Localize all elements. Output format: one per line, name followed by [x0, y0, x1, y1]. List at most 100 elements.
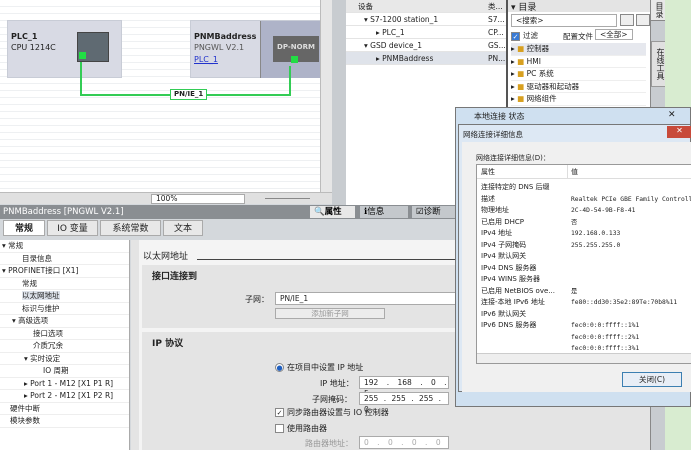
nav-item[interactable]: ▾ 常规	[0, 240, 129, 253]
zoom-slider[interactable]	[265, 198, 310, 199]
nav-item[interactable]: 目录信息	[0, 253, 129, 265]
sync-router-checkbox[interactable]: ✓ 同步路由器设置与 IO 控制器	[275, 407, 389, 418]
property-value: fec0:0:0:ffff::2%1	[571, 333, 640, 341]
add-subnet-button[interactable]: 添加新子网	[275, 308, 385, 319]
tree-row-selected[interactable]: ▸ PNMBaddress PN...	[346, 52, 506, 65]
property-name: 已启用 NetBIOS ove...	[481, 286, 555, 295]
property-name: IPv4 WINS 服务器	[481, 275, 540, 283]
property-value: 是	[571, 287, 578, 295]
details-list[interactable]: 属性 值 连接特定的 DNS 后缀描述 Realtek PCIe GBE Famil…	[476, 164, 691, 364]
use-router-checkbox[interactable]: 使用路由器	[275, 423, 327, 434]
tab-info[interactable]: ℹ信息	[360, 206, 408, 218]
tree-row[interactable]: ▸ PLC_1 CP...	[346, 26, 506, 39]
nav-item[interactable]: 标识与维护	[0, 303, 129, 315]
inspector-title: PNMBaddress [PNGWL V2.1]	[3, 207, 124, 217]
close-icon[interactable]: ✕	[667, 126, 691, 138]
plc-device[interactable]: PLC_1 CPU 1214C	[7, 20, 122, 78]
details-hscroll[interactable]	[477, 353, 691, 363]
search-down-icon[interactable]	[620, 14, 634, 26]
ip-heading: IP 协议	[152, 339, 184, 349]
plc-port[interactable]	[79, 52, 86, 59]
tab-system-constants[interactable]: 系统常数	[100, 220, 161, 236]
nav-item[interactable]: ▸ Port 2 - M12 [X1 P2 R]	[0, 390, 129, 403]
nav-item-selected[interactable]: 以太网地址	[0, 290, 129, 303]
close-button[interactable]: 关闭(C)	[622, 372, 682, 387]
col-value: 值	[567, 165, 578, 179]
canvas-hscroll[interactable]: 100%	[0, 192, 332, 204]
ip-label: IP 地址：	[320, 379, 354, 388]
details-row[interactable]: 连接-本地 IPv6 地址 fe80::dd30:35e2:89Te:70b8%1…	[481, 297, 691, 309]
status-dialog-title: 本地连接 状态	[474, 112, 525, 121]
details-row[interactable]: 描述 Realtek PCIe GBE Family Controll	[481, 194, 691, 206]
catalog-search-input[interactable]: <搜索>	[511, 14, 617, 27]
router-address-field[interactable]: 0 . 0 . 0 . 0	[359, 436, 449, 449]
col-property: 属性	[481, 168, 495, 176]
nav-item[interactable]: ▸ Port 1 - M12 [X1 P1 R]	[0, 378, 129, 390]
tree-row[interactable]: ▾ GSD device_1 GS...	[346, 39, 506, 52]
subnet-label[interactable]: PN/IE_1	[170, 89, 208, 100]
device-controller-link[interactable]: PLC_1	[194, 55, 218, 64]
profile-select[interactable]: <全部>	[595, 29, 633, 40]
subnet-mask-field[interactable]: 255 . 255 . 255 . 0	[359, 392, 449, 414]
tab-io-tags[interactable]: IO 变量	[47, 220, 98, 236]
details-row[interactable]: 连接特定的 DNS 后缀	[481, 182, 691, 194]
network-details-dialog: 网络连接详细信息 ✕ 网络连接详细信息(D)： 属性 值 连接特定的 DNS 后缀…	[458, 124, 691, 392]
subnet-label: 子网：	[245, 295, 269, 304]
property-name: IPv6 默认网关	[481, 309, 527, 318]
catalog-item[interactable]: ▸ ■ 控制器	[511, 43, 646, 56]
nav-splitter[interactable]	[131, 240, 139, 450]
nav-item[interactable]: 介质冗余	[0, 340, 129, 353]
property-name: 物理地址	[481, 206, 509, 214]
filter-checkbox[interactable]: ✓ 过滤	[511, 30, 538, 41]
zoom-select[interactable]: 100%	[151, 194, 245, 204]
tab-general[interactable]: 常规	[3, 220, 45, 236]
mask-label: 子网掩码：	[312, 395, 352, 404]
zoom-value: 100%	[156, 194, 178, 203]
set-ip-radio[interactable]: ● 在项目中设置 IP 地址	[275, 362, 363, 373]
ip-address-field[interactable]: 192 . 168 . 0 . 5	[359, 376, 449, 398]
details-row[interactable]: IPv4 WINS 服务器	[481, 274, 691, 286]
nav-item[interactable]: ▾ PROFINET接口 [X1]	[0, 265, 129, 278]
close-icon[interactable]: ✕	[668, 110, 676, 120]
details-row[interactable]: IPv6 默认网关	[481, 309, 691, 321]
catalog-item[interactable]: ▸ ■ PC 系统	[511, 68, 646, 81]
tree-row[interactable]: ▾ S7-1200 station_1 S7...	[346, 13, 506, 26]
list-label: 网络连接详细信息(D)：	[476, 154, 550, 162]
nav-item[interactable]: 常规	[0, 278, 129, 290]
catalog-item[interactable]: ▸ ■ 网络组件	[511, 93, 646, 106]
catalog-item[interactable]: ▸ ■ 驱动器和起动器	[511, 81, 646, 93]
nav-item[interactable]: IO 周期	[0, 365, 129, 378]
property-value: 否	[571, 218, 578, 226]
property-value: fe80::dd30:35e2:89Te:70b8%11	[571, 299, 678, 306]
search-up-icon[interactable]	[636, 14, 650, 26]
details-row[interactable]: IPv4 默认网关	[481, 251, 691, 263]
device-name: PNMBaddress	[194, 32, 257, 41]
property-value: 255.255.255.0	[571, 241, 621, 249]
gateway-device[interactable]: PNMBaddress PNGWL V2.1 PLC_1 DP-NORM	[190, 20, 321, 78]
col-device: 设备	[358, 2, 373, 11]
property-name: 连接特定的 DNS 后缀	[481, 183, 550, 191]
details-row[interactable]: IPv4 子网掩码 255.255.255.0	[481, 240, 691, 252]
details-row[interactable]: fec0:0:0:ffff::2%1	[481, 332, 691, 344]
tab-diagnostics[interactable]: ☑诊断	[412, 206, 460, 218]
nav-item[interactable]: ▾ 实时设定	[0, 353, 129, 365]
details-row[interactable]: IPv4 DNS 服务器	[481, 263, 691, 275]
details-row[interactable]: IPv6 DNS 服务器 fec0:0:0:ffff::1%1	[481, 320, 691, 332]
catalog-item[interactable]: ▸ ■ HMI	[511, 56, 646, 68]
nav-item[interactable]: 硬件中断	[0, 403, 129, 415]
canvas-vscroll[interactable]	[320, 0, 332, 192]
nav-item[interactable]: 模块参数	[0, 415, 129, 428]
details-row[interactable]: 物理地址 2C-4D-54-9B-F8-41	[481, 205, 691, 217]
col-type: 类...	[488, 2, 503, 11]
subnet-field[interactable]: PN/IE_1	[275, 292, 475, 305]
nav-item[interactable]: ▾ 高级选项	[0, 315, 129, 328]
details-row[interactable]: IPv4 地址 192.168.0.133	[481, 228, 691, 240]
tab-texts[interactable]: 文本	[163, 220, 203, 236]
details-dialog-title: 网络连接详细信息	[463, 130, 523, 139]
device-port[interactable]	[291, 56, 298, 63]
tab-properties[interactable]: 🔍属性	[310, 206, 355, 218]
network-canvas[interactable]: PLC_1 CPU 1214C PNMBaddress PNGWL V2.1 P…	[0, 0, 321, 192]
nav-item[interactable]: 接口选项	[0, 328, 129, 340]
details-row[interactable]: 已启用 DHCP 否	[481, 217, 691, 229]
details-row[interactable]: 已启用 NetBIOS ove... 是	[481, 286, 691, 298]
